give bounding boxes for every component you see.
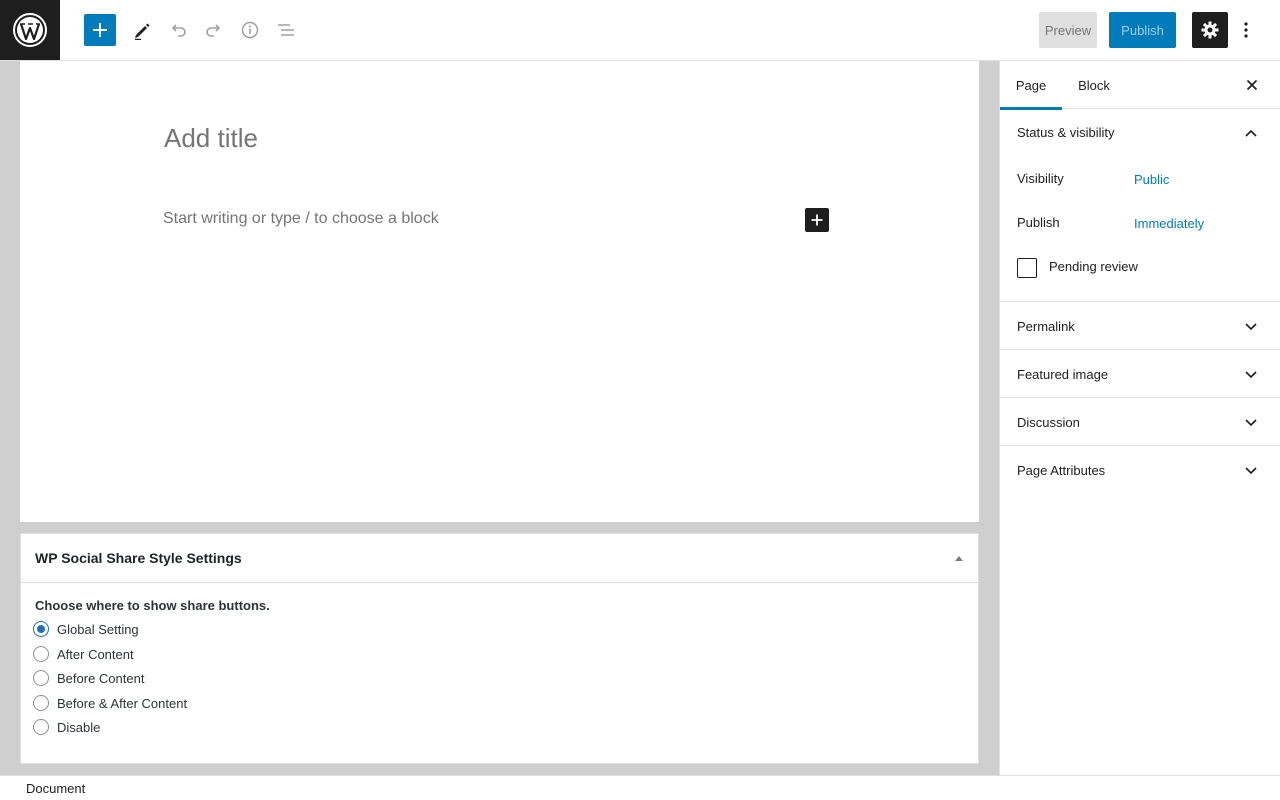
radio-button[interactable] [33, 695, 49, 711]
details-button[interactable] [232, 12, 268, 48]
status-visibility-panel: Status & visibility Visibility Public Pu… [1000, 109, 1280, 302]
panel-title: Featured image [1017, 367, 1109, 382]
metabox-header[interactable]: WP Social Share Style Settings [21, 534, 978, 583]
block-breadcrumb-bar: Document [0, 775, 1280, 800]
radio-button[interactable] [33, 621, 49, 637]
radio-option-global-setting[interactable]: Global Setting [33, 619, 139, 639]
radio-label: Before & After Content [57, 695, 188, 711]
visibility-label: Visibility [1017, 171, 1064, 186]
social-share-metabox: WP Social Share Style Settings Choose wh… [20, 533, 979, 764]
radio-label: Disable [57, 719, 101, 735]
radio-button[interactable] [33, 670, 49, 686]
chevron-down-icon [1243, 415, 1259, 431]
panel-title: Page Attributes [1017, 463, 1106, 478]
radio-button[interactable] [33, 646, 49, 662]
settings-sidebar: Page Block Status & visibility Visibilit… [999, 61, 1280, 775]
featured-image-panel[interactable]: Featured image [1000, 350, 1280, 398]
radio-option-after-content[interactable]: After Content [33, 644, 134, 664]
close-sidebar-button[interactable] [1240, 73, 1264, 97]
share-location-question: Choose where to show share buttons. [35, 598, 270, 613]
list-view-button[interactable] [268, 12, 304, 48]
tab-page[interactable]: Page [1000, 61, 1062, 110]
chevron-down-icon [1243, 367, 1259, 383]
chevron-up-icon[interactable] [1243, 125, 1259, 141]
chevron-down-icon [1243, 319, 1259, 335]
radio-option-disable[interactable]: Disable [33, 717, 100, 737]
settings-button[interactable] [1192, 12, 1228, 48]
close-icon [1246, 79, 1258, 91]
chevron-down-icon [1243, 463, 1259, 479]
more-options-button[interactable] [1232, 12, 1260, 48]
pending-review-checkbox[interactable] [1017, 258, 1037, 278]
discussion-panel[interactable]: Discussion [1000, 398, 1280, 446]
radio-label: After Content [57, 646, 134, 662]
pencil-icon [135, 23, 150, 40]
redo-button[interactable] [196, 12, 232, 48]
radio-button[interactable] [33, 719, 49, 735]
more-vertical-icon [1244, 22, 1248, 38]
tab-block[interactable]: Block [1062, 61, 1126, 109]
metabox-title: WP Social Share Style Settings [35, 550, 242, 566]
publish-button[interactable]: Publish [1109, 12, 1176, 48]
wordpress-logo-icon[interactable] [0, 0, 60, 60]
radio-label: Global Setting [57, 621, 139, 637]
page-attributes-panel[interactable]: Page Attributes [1000, 446, 1280, 494]
add-block-button[interactable] [84, 14, 116, 46]
top-toolbar: Preview Publish [0, 0, 1280, 61]
preview-button[interactable]: Preview [1039, 12, 1097, 48]
plus-icon [93, 23, 107, 37]
info-icon [241, 21, 259, 39]
post-title-input[interactable]: Add title [164, 123, 258, 154]
publish-date-toggle[interactable]: Immediately [1134, 216, 1204, 231]
default-block-appender[interactable]: Start writing or type / to choose a bloc… [163, 210, 439, 228]
breadcrumb-document[interactable]: Document [26, 781, 85, 796]
sidebar-tabs: Page Block [1000, 61, 1280, 110]
radio-option-before-after-content[interactable]: Before & After Content [33, 693, 187, 713]
visibility-toggle[interactable]: Public [1134, 172, 1169, 187]
plus-icon [811, 214, 823, 226]
list-view-icon [278, 24, 294, 36]
undo-button[interactable] [160, 12, 196, 48]
panel-title[interactable]: Status & visibility [1017, 125, 1115, 140]
panel-title: Discussion [1017, 415, 1080, 430]
gear-icon [1201, 21, 1219, 39]
permalink-panel[interactable]: Permalink [1000, 302, 1280, 350]
publish-label: Publish [1017, 215, 1060, 230]
tools-button[interactable] [124, 12, 160, 48]
undo-icon [171, 24, 186, 37]
pending-review-label: Pending review [1049, 259, 1138, 274]
radio-label: Before Content [57, 670, 145, 686]
panel-title: Permalink [1017, 319, 1075, 334]
collapse-arrow-icon[interactable] [953, 552, 965, 564]
radio-option-before-content[interactable]: Before Content [33, 668, 144, 688]
inline-add-block-button[interactable] [805, 208, 829, 232]
redo-icon [206, 24, 221, 37]
